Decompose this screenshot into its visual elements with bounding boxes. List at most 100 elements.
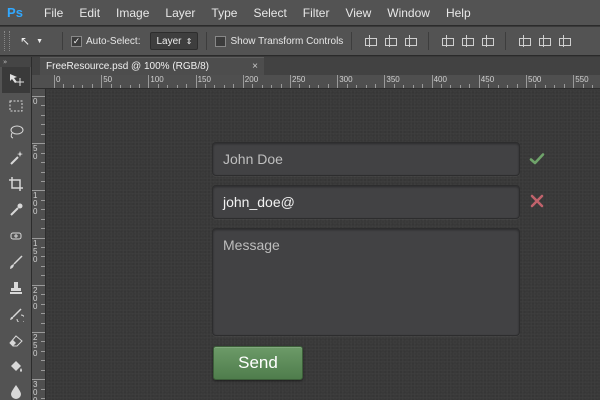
lasso-icon	[10, 125, 24, 139]
menu-type[interactable]: Type	[203, 6, 245, 20]
menu-help[interactable]: Help	[438, 6, 479, 20]
history-brush-tool[interactable]	[2, 301, 30, 327]
ruler-label: 400	[433, 75, 447, 84]
message-textarea[interactable]: Message	[212, 228, 520, 336]
align-top-icon[interactable]	[363, 34, 378, 48]
menu-edit[interactable]: Edit	[71, 6, 108, 20]
ruler-tick	[327, 84, 329, 88]
distribute-top-icon[interactable]	[517, 34, 532, 48]
eraser-tool[interactable]	[2, 327, 30, 353]
paint-bucket-icon	[11, 361, 22, 372]
options-bar: ↖ ▼ ✓ Auto-Select: Layer ⇕ Show Transfor…	[0, 27, 600, 56]
ruler-tick	[157, 84, 159, 88]
ruler-tick	[101, 75, 103, 88]
ruler-tick	[41, 398, 45, 400]
name-input[interactable]: John Doe	[212, 142, 520, 176]
send-button-label: Send	[238, 353, 278, 372]
checkmark-icon	[529, 153, 545, 165]
ruler-tick	[82, 85, 84, 88]
ruler-tick	[431, 75, 433, 88]
ruler-tick	[41, 171, 45, 173]
align-right-icon[interactable]	[480, 34, 495, 48]
menu-layer[interactable]: Layer	[157, 6, 203, 20]
eyedropper-tool[interactable]	[2, 197, 30, 223]
ruler-label: 50	[103, 75, 113, 84]
ruler-tick	[148, 75, 150, 88]
document-canvas[interactable]: John Doe john_doe@ Message Send	[47, 90, 600, 400]
brush-tool[interactable]	[2, 249, 30, 275]
ruler-label: 150	[33, 238, 38, 264]
ruler-label: 100	[33, 191, 38, 217]
crop-icon	[9, 177, 23, 191]
auto-select-target-dropdown[interactable]: Layer ⇕	[150, 32, 199, 50]
ruler-tick	[41, 218, 45, 220]
ruler-tick	[346, 84, 348, 88]
show-transform-checkbox[interactable]	[215, 35, 227, 47]
email-input-value: john_doe@	[223, 194, 295, 210]
ruler-tick	[167, 85, 169, 88]
blur-tool[interactable]	[2, 379, 30, 400]
message-placeholder: Message	[223, 237, 280, 253]
ruler-tick	[176, 85, 178, 88]
distribute-bottom-icon[interactable]	[557, 34, 572, 48]
stamp-icon	[10, 282, 22, 294]
magic-wand-tool[interactable]	[2, 145, 30, 171]
ruler-tick	[214, 85, 216, 88]
email-input[interactable]: john_doe@	[212, 185, 520, 219]
vertical-ruler[interactable]: 0 50 100 150 200 250 300	[32, 89, 46, 400]
menu-filter[interactable]: Filter	[295, 6, 338, 20]
send-button[interactable]: Send	[213, 346, 303, 380]
ruler-tick	[41, 294, 45, 296]
ruler-tick	[54, 75, 55, 88]
menu-select[interactable]: Select	[245, 6, 294, 20]
align-horizontal-center-icon[interactable]	[460, 34, 475, 48]
divider	[62, 32, 63, 50]
ruler-tick	[403, 85, 405, 88]
ruler-tick	[41, 124, 45, 126]
ruler-tick	[129, 85, 131, 88]
ruler-label: 0	[33, 97, 38, 106]
menu-window[interactable]: Window	[379, 6, 438, 20]
ruler-tick	[41, 133, 45, 135]
panel-collapse-icon[interactable]: »	[0, 57, 31, 67]
menu-file[interactable]: File	[36, 6, 71, 20]
tool-preset-picker[interactable]: ↖ ▼	[20, 34, 54, 48]
ruler-tick	[242, 75, 244, 88]
ruler-tick	[41, 256, 45, 258]
horizontal-ruler[interactable]: 0 50 100 150 200 250 300 350 400 450 500 550	[32, 75, 600, 89]
healing-brush-tool[interactable]	[2, 223, 30, 249]
auto-select-checkbox[interactable]: ✓	[71, 35, 82, 47]
document-tab[interactable]: FreeResource.psd @ 100% (RGB/8) ×	[40, 57, 264, 75]
ruler-tick	[478, 75, 480, 88]
align-vertical-center-icon[interactable]	[383, 34, 398, 48]
ruler-tick	[41, 199, 45, 201]
menu-image[interactable]: Image	[108, 6, 157, 20]
marquee-tool[interactable]	[2, 93, 30, 119]
show-transform-option[interactable]: Show Transform Controls	[215, 35, 343, 47]
ruler-label: 150	[197, 75, 211, 84]
ruler-tick	[41, 275, 45, 277]
move-tool[interactable]	[2, 67, 30, 93]
align-buttons	[360, 32, 574, 50]
ruler-tick	[516, 84, 518, 88]
options-bar-grip[interactable]	[4, 31, 10, 51]
magic-wand-icon	[10, 151, 23, 165]
crop-tool[interactable]	[2, 171, 30, 197]
distribute-center-icon[interactable]	[537, 34, 552, 48]
ruler-tick	[271, 85, 273, 88]
ruler-tick	[459, 85, 461, 88]
align-bottom-icon[interactable]	[403, 34, 418, 48]
ruler-label: 250	[33, 333, 38, 358]
ruler-tick	[290, 75, 291, 88]
menu-view[interactable]: View	[337, 6, 379, 20]
align-left-icon[interactable]	[440, 34, 455, 48]
ruler-tick	[233, 84, 235, 88]
cross-icon	[530, 194, 544, 208]
clone-stamp-tool[interactable]	[2, 275, 30, 301]
close-icon[interactable]: ×	[252, 61, 258, 72]
paint-bucket-tool[interactable]	[2, 353, 30, 379]
ruler-tick	[526, 75, 527, 88]
auto-select-option[interactable]: ✓ Auto-Select:	[71, 35, 140, 47]
lasso-tool[interactable]	[2, 119, 30, 145]
ruler-tick	[41, 228, 45, 230]
